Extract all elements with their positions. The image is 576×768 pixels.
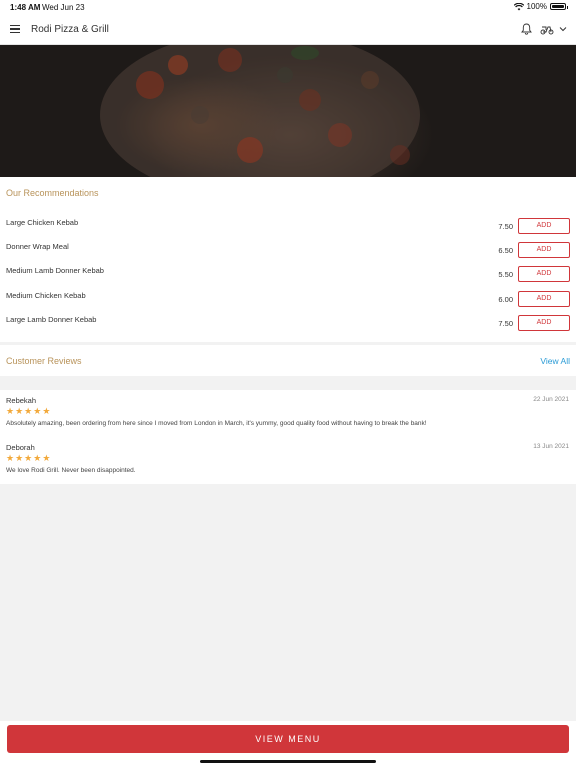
item-price: 5.50 bbox=[498, 270, 513, 279]
star-icon: ★ bbox=[33, 453, 42, 463]
recommendation-item: Medium Chicken Kebab 6.00 ADD bbox=[0, 291, 576, 311]
star-icon: ★ bbox=[6, 453, 15, 463]
bell-icon[interactable] bbox=[521, 23, 532, 35]
delivery-scooter-icon[interactable] bbox=[540, 23, 554, 35]
status-time: 1:48 AM bbox=[10, 3, 41, 12]
add-button[interactable]: ADD bbox=[518, 315, 570, 331]
top-nav: Rodi Pizza & Grill bbox=[0, 14, 576, 45]
star-icon: ★ bbox=[24, 406, 33, 416]
add-button[interactable]: ADD bbox=[518, 242, 570, 258]
review-text: Absolutely amazing, been ordering from h… bbox=[6, 420, 427, 427]
view-menu-button[interactable]: VIEW MENU bbox=[7, 725, 569, 753]
recommendation-item: Medium Lamb Donner Kebab 5.50 ADD bbox=[0, 266, 576, 286]
reviews-header: Customer Reviews View All bbox=[0, 345, 576, 376]
review-text: We love Rodi Grill. Never been disappoin… bbox=[6, 467, 136, 474]
recommendation-item: Donner Wrap Meal 6.50 ADD bbox=[0, 242, 576, 262]
hero-banner-image bbox=[0, 45, 576, 177]
review-item: Rebekah 22 Jun 2021 ★ ★ ★ ★ ★ Absolutely ama… bbox=[0, 396, 576, 441]
status-right: 100% bbox=[513, 2, 568, 11]
reviews-title: Customer Reviews bbox=[6, 356, 82, 366]
recommendation-item: Large Lamb Donner Kebab 7.50 ADD bbox=[0, 315, 576, 335]
review-date: 22 Jun 2021 bbox=[533, 396, 569, 403]
item-price: 6.00 bbox=[498, 295, 513, 304]
star-icon: ★ bbox=[42, 406, 51, 416]
item-name: Large Chicken Kebab bbox=[6, 218, 79, 227]
home-indicator bbox=[200, 760, 376, 763]
star-icon: ★ bbox=[6, 406, 15, 416]
view-all-link[interactable]: View All bbox=[540, 356, 570, 366]
add-button[interactable]: ADD bbox=[518, 291, 570, 307]
review-author: Deborah bbox=[6, 443, 35, 452]
battery-percent: 100% bbox=[526, 2, 547, 11]
item-name: Medium Chicken Kebab bbox=[6, 291, 86, 300]
rating-stars: ★ ★ ★ ★ ★ bbox=[6, 407, 50, 416]
page-title: Rodi Pizza & Grill bbox=[31, 24, 109, 35]
bottom-bar: VIEW MENU bbox=[0, 721, 576, 768]
rating-stars: ★ ★ ★ ★ ★ bbox=[6, 454, 50, 463]
status-date: Wed Jun 23 bbox=[42, 3, 85, 12]
star-icon: ★ bbox=[15, 406, 24, 416]
item-name: Donner Wrap Meal bbox=[6, 242, 69, 251]
item-price: 7.50 bbox=[498, 319, 513, 328]
battery-icon bbox=[550, 3, 568, 10]
review-date: 13 Jun 2021 bbox=[533, 443, 569, 450]
add-button[interactable]: ADD bbox=[518, 218, 570, 234]
review-author: Rebekah bbox=[6, 396, 37, 405]
item-price: 6.50 bbox=[498, 246, 513, 255]
star-icon: ★ bbox=[42, 453, 51, 463]
status-bar: 1:48 AM Wed Jun 23 100% bbox=[0, 0, 576, 14]
menu-icon[interactable] bbox=[10, 25, 20, 33]
item-price: 7.50 bbox=[498, 222, 513, 231]
recommendations-title: Our Recommendations bbox=[6, 188, 99, 198]
reviews-list: Rebekah 22 Jun 2021 ★ ★ ★ ★ ★ Absolutely ama… bbox=[0, 390, 576, 484]
add-button[interactable]: ADD bbox=[518, 266, 570, 282]
item-name: Medium Lamb Donner Kebab bbox=[6, 266, 104, 275]
recommendation-item: Large Chicken Kebab 7.50 ADD bbox=[0, 218, 576, 238]
review-item: Deborah 13 Jun 2021 ★ ★ ★ ★ ★ We love Rodi G… bbox=[0, 443, 576, 488]
wifi-icon bbox=[513, 2, 524, 10]
item-name: Large Lamb Donner Kebab bbox=[6, 315, 97, 324]
chevron-down-icon[interactable] bbox=[559, 26, 567, 32]
star-icon: ★ bbox=[24, 453, 33, 463]
star-icon: ★ bbox=[15, 453, 24, 463]
recommendations-section: Our Recommendations Large Chicken Kebab … bbox=[0, 177, 576, 342]
star-icon: ★ bbox=[33, 406, 42, 416]
